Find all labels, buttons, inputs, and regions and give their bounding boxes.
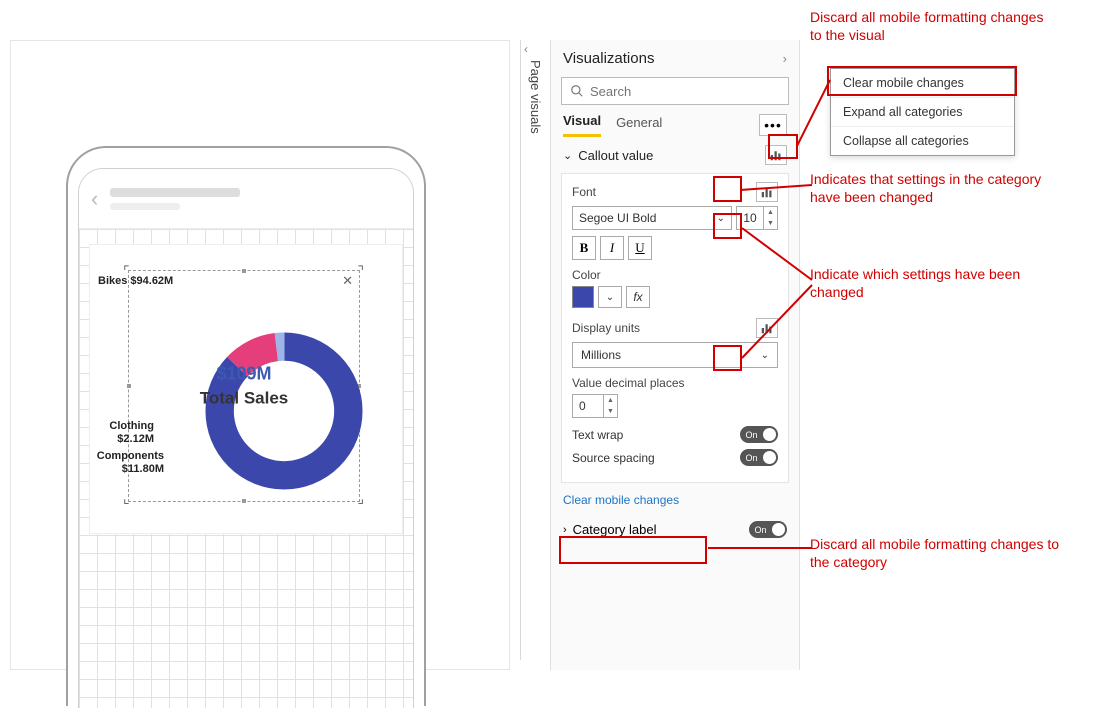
more-options-button[interactable]: •••	[759, 114, 787, 136]
data-label-components: Components $11.80M	[86, 450, 164, 475]
mobile-canvas: ‹ ⌜ ⌝ ⌞ ⌟ ✕	[10, 40, 510, 670]
step-down-icon[interactable]: ▼	[604, 406, 617, 417]
panel-expand-icon[interactable]: ›	[783, 51, 787, 66]
resize-handle-bl[interactable]: ⌞	[123, 490, 130, 507]
search-icon	[570, 84, 584, 98]
chevron-right-icon: ›	[563, 524, 567, 536]
callout-label: Total Sales	[200, 389, 289, 409]
decimal-places-stepper[interactable]: 0 ▲▼	[572, 394, 618, 418]
tab-visual[interactable]: Visual	[563, 113, 601, 137]
donut-chart-visual[interactable]: ⌜ ⌝ ⌞ ⌟ ✕ $109M Tota	[89, 244, 403, 534]
italic-button[interactable]: I	[600, 236, 624, 260]
display-units-select[interactable]: Millions ⌄	[572, 342, 778, 368]
source-spacing-toggle[interactable]: On	[740, 449, 778, 466]
annotation-text: Discard all mobile formatting changes to…	[810, 535, 1060, 571]
resize-handle-bm[interactable]	[242, 499, 246, 503]
chart-center: $109M Total Sales	[200, 364, 289, 409]
changed-indicator-icon[interactable]	[756, 182, 778, 202]
resize-handle-tr[interactable]: ⌝	[357, 263, 364, 280]
donut-svg	[199, 326, 369, 496]
vertical-divider	[520, 40, 521, 660]
annotation-text: Indicates that settings in the category …	[810, 170, 1070, 206]
more-options-menu: Clear mobile changes Expand all categori…	[830, 68, 1015, 156]
chevron-down-icon: ⌄	[761, 350, 769, 361]
data-label-clothing: Clothing $2.12M	[94, 420, 154, 445]
changed-indicator-icon[interactable]	[765, 145, 787, 165]
fx-button[interactable]: fx	[626, 286, 650, 308]
underline-button[interactable]: U	[628, 236, 652, 260]
section-title: Callout value	[578, 148, 653, 163]
collapse-chevron-icon[interactable]: ‹	[524, 42, 528, 56]
app-header: ‹	[79, 169, 413, 229]
bold-button[interactable]: B	[572, 236, 596, 260]
display-units-label: Display units	[572, 321, 640, 335]
decimal-places-label: Value decimal places	[572, 376, 778, 390]
step-up-icon[interactable]: ▲	[764, 207, 777, 218]
step-down-icon[interactable]: ▼	[764, 218, 777, 229]
annotation-text: Indicate which settings have been change…	[810, 265, 1050, 301]
color-dropdown-button[interactable]: ⌄	[598, 286, 622, 308]
category-label-toggle[interactable]: On	[749, 521, 787, 538]
header-placeholder	[110, 188, 401, 210]
text-wrap-label: Text wrap	[572, 428, 623, 442]
source-spacing-label: Source spacing	[572, 451, 655, 465]
menu-clear-mobile-changes[interactable]: Clear mobile changes	[831, 69, 1014, 98]
data-label-bikes: Bikes $94.62M	[98, 275, 173, 288]
chevron-down-icon: ⌄	[717, 213, 725, 224]
font-size-stepper[interactable]: 10 ▲▼	[736, 206, 778, 230]
back-icon[interactable]: ‹	[91, 186, 98, 212]
section-title: Category label	[573, 522, 657, 537]
decimal-value: 0	[573, 399, 603, 413]
resize-handle-ml[interactable]	[127, 384, 131, 388]
clear-mobile-changes-link[interactable]: Clear mobile changes	[551, 487, 799, 513]
callout-value: $109M	[200, 364, 289, 385]
changed-indicator-icon[interactable]	[756, 318, 778, 338]
tab-general[interactable]: General	[616, 115, 662, 136]
page-visuals-label[interactable]: Page visuals	[528, 60, 543, 134]
menu-expand-all[interactable]: Expand all categories	[831, 98, 1014, 127]
font-size-value: 10	[737, 211, 763, 225]
layout-grid[interactable]: ⌜ ⌝ ⌞ ⌟ ✕ $109M Tota	[79, 229, 413, 708]
font-family-value: Segoe UI Bold	[579, 211, 656, 225]
display-units-value: Millions	[581, 348, 621, 362]
phone-frame: ‹ ⌜ ⌝ ⌞ ⌟ ✕	[66, 146, 426, 706]
section-category-label[interactable]: › Category label On	[551, 513, 799, 546]
menu-collapse-all[interactable]: Collapse all categories	[831, 127, 1014, 155]
font-label: Font	[572, 185, 596, 199]
phone-screen: ‹ ⌜ ⌝ ⌞ ⌟ ✕	[78, 168, 414, 708]
panel-title: Visualizations	[563, 50, 654, 67]
visualizations-panel: Visualizations › Visual General ••• ⌄ Ca…	[550, 40, 800, 670]
search-box[interactable]	[561, 77, 789, 105]
color-label: Color	[572, 268, 778, 282]
annotation-text: Discard all mobile formatting changes to…	[810, 8, 1055, 44]
search-input[interactable]	[590, 84, 780, 99]
text-wrap-toggle[interactable]: On	[740, 426, 778, 443]
resize-handle-tm[interactable]	[242, 269, 246, 273]
section-callout-value[interactable]: ⌄ Callout value	[551, 137, 799, 173]
step-up-icon[interactable]: ▲	[604, 395, 617, 406]
chevron-down-icon: ⌄	[563, 149, 572, 162]
close-icon[interactable]: ✕	[342, 273, 353, 289]
callout-value-card: Font Segoe UI Bold ⌄ 10 ▲▼ B I U Color ⌄…	[561, 173, 789, 483]
color-swatch[interactable]	[572, 286, 594, 308]
font-family-select[interactable]: Segoe UI Bold ⌄	[572, 206, 732, 230]
